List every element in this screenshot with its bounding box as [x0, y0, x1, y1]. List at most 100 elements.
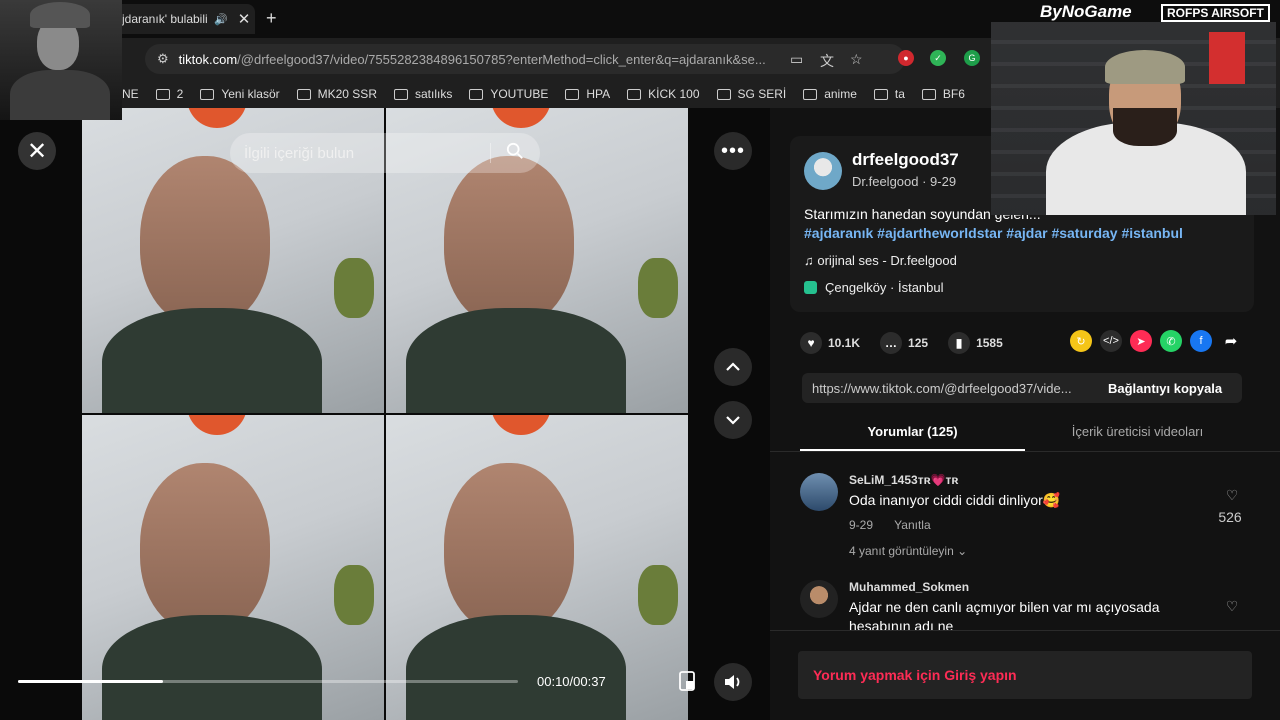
webcam-overlay: [991, 22, 1276, 215]
extension-red-icon[interactable]: ●: [898, 50, 914, 66]
tab-comments[interactable]: Yorumlar (125): [800, 413, 1025, 451]
url-path: /@drfeelgood37/video/7555282384896150785…: [237, 51, 766, 67]
repost-icon[interactable]: ↻: [1070, 330, 1092, 352]
reply-button[interactable]: Yanıtla: [894, 518, 930, 532]
comment-meta: 9-29 Yanıtla: [849, 518, 949, 532]
bookmark-folder[interactable]: ta: [873, 87, 905, 101]
send-icon[interactable]: ➤: [1130, 330, 1152, 352]
previous-video-button[interactable]: [714, 348, 752, 386]
embed-icon[interactable]: </>: [1100, 330, 1122, 352]
folder-icon: [921, 88, 936, 100]
url-host: tiktok.com: [178, 51, 238, 67]
divider: [770, 451, 1280, 452]
post-hashtags[interactable]: #ajdaranık #ajdartheworldstar #ajdar #sa…: [804, 225, 1183, 241]
extension-shield-icon[interactable]: ✓: [930, 50, 946, 66]
video-progress-bar[interactable]: [18, 680, 518, 683]
comment-like-icon[interactable]: ♡: [1217, 598, 1247, 615]
comment-button[interactable]: … 125: [880, 332, 928, 354]
share-arrow-icon[interactable]: ➦: [1220, 330, 1242, 352]
login-to-comment-button[interactable]: Yorum yapmak için Giriş yapın: [798, 651, 1252, 699]
bynogame-logo: ByNoGame: [1040, 2, 1132, 21]
music-link[interactable]: ♫ orijinal ses - Dr.feelgood: [804, 253, 957, 268]
video-player[interactable]: [82, 108, 688, 720]
folder-icon: [155, 88, 170, 100]
bookmark-folder[interactable]: YOUTUBE: [469, 87, 548, 101]
bookmark-folder[interactable]: 2: [155, 87, 183, 101]
video-time: 00:10/00:37: [537, 674, 606, 689]
search-input[interactable]: İlgili içeriği bulun: [230, 133, 540, 173]
heart-icon: ♥: [800, 332, 822, 354]
divider: [770, 630, 1280, 631]
more-options-button[interactable]: •••: [714, 132, 752, 170]
comment-text: Ajdar ne den canlı açmıyor bilen var mı …: [849, 599, 1160, 615]
browser-tab[interactable]: jdaranık' bulabili 🔊 ✕: [110, 4, 255, 34]
search-placeholder: İlgili içeriği bulun: [244, 144, 355, 162]
like-button[interactable]: ♥ 10.1K: [800, 332, 860, 354]
extension-grammarly-icon[interactable]: G: [964, 50, 980, 66]
flag-icon: [1209, 32, 1245, 84]
video-area: ✕ İlgili içeriği bulun ••• 00:10/00:37: [0, 108, 770, 720]
folder-icon: [716, 88, 731, 100]
comment-like-count: 526: [1218, 509, 1242, 525]
bookmark-item[interactable]: NE: [122, 87, 139, 101]
bookmark-folder[interactable]: MK20 SSR: [296, 87, 377, 101]
folder-icon: [393, 88, 408, 100]
site-settings-icon[interactable]: ⚙: [157, 51, 169, 67]
creator-avatar[interactable]: [804, 152, 842, 190]
comment-icon: …: [880, 332, 903, 354]
close-button[interactable]: ✕: [18, 132, 56, 170]
picture-in-picture-icon[interactable]: [678, 670, 698, 692]
location-link[interactable]: Çengelköy · İstanbul: [804, 280, 944, 295]
translate-icon[interactable]: 文: [820, 51, 834, 71]
bookmark-folder[interactable]: Yeni klasör: [200, 87, 280, 101]
bookmark-folder[interactable]: anime: [803, 87, 857, 101]
rofps-logo: ROFPS AIRSOFT: [1161, 4, 1270, 22]
panel-tabs: Yorumlar (125) İçerik üreticisi videolar…: [800, 413, 1250, 451]
new-tab-button[interactable]: +: [266, 8, 277, 29]
action-bar: ♥ 10.1K … 125 ▮ 1585: [800, 328, 1250, 358]
location-pin-icon: [804, 281, 817, 294]
bookmark-folder[interactable]: HPA: [565, 87, 610, 101]
commenter-avatar[interactable]: [800, 580, 838, 618]
tab-close-icon[interactable]: ✕: [238, 10, 251, 28]
folder-icon: [296, 88, 311, 100]
bookmark-folder[interactable]: satılıks: [393, 87, 452, 101]
copy-link-button[interactable]: Bağlantıyı kopyala: [1098, 381, 1222, 396]
tab-creator-videos[interactable]: İçerik üreticisi videoları: [1025, 413, 1250, 451]
whatsapp-icon[interactable]: ✆: [1160, 330, 1182, 352]
creator-username[interactable]: drfeelgood37: [852, 150, 959, 170]
music-note-icon: ♫: [804, 253, 818, 268]
folder-icon: [200, 88, 215, 100]
commenter-username[interactable]: Muhammed_Sokmen: [849, 580, 969, 594]
portrait-overlay: [0, 0, 122, 120]
bookmark-star-icon[interactable]: ☆: [850, 51, 863, 68]
copy-link-box: https://www.tiktok.com/@drfeelgood37/vid…: [802, 373, 1242, 403]
search-icon[interactable]: [506, 142, 524, 160]
bookmark-icon: ▮: [948, 332, 971, 354]
bookmark-folder[interactable]: BF6: [921, 87, 965, 101]
bookmark-folder[interactable]: SG SERİ: [716, 87, 786, 101]
folder-icon: [469, 88, 484, 100]
video-link[interactable]: https://www.tiktok.com/@drfeelgood37/vid…: [802, 381, 1098, 396]
ellipsis-icon: •••: [720, 139, 745, 162]
commenter-username[interactable]: SeLiM_1453ᴛʀ💗ᴛʀ: [849, 473, 958, 487]
comment-item: Muhammed_Sokmen Ajdar ne den canlı açmıy…: [800, 580, 1250, 630]
comment-date: 9-29: [849, 518, 874, 532]
folder-icon: [565, 88, 580, 100]
volume-icon: [725, 675, 740, 689]
bookmark-folder[interactable]: KİCK 100: [627, 87, 700, 101]
commenter-avatar[interactable]: [800, 473, 838, 511]
comment-text: Oda inanıyor ciddi ciddi dinliyor🥰: [849, 492, 1061, 508]
chevron-up-icon: [726, 362, 740, 371]
view-replies-button[interactable]: 4 yanıt görüntüleyin ⌄: [849, 544, 967, 558]
comment-like-icon[interactable]: ♡: [1217, 487, 1247, 504]
folder-icon: [803, 88, 818, 100]
volume-button[interactable]: [714, 663, 752, 701]
speaker-icon[interactable]: 🔊: [214, 13, 228, 26]
facebook-icon[interactable]: f: [1190, 330, 1212, 352]
chevron-down-icon: ⌄: [957, 544, 968, 558]
save-button[interactable]: ▮ 1585: [948, 332, 1003, 354]
install-app-icon[interactable]: ▭: [790, 51, 803, 68]
creator-nickname-date: Dr.feelgood · 9-29: [852, 174, 957, 189]
next-video-button[interactable]: [714, 401, 752, 439]
